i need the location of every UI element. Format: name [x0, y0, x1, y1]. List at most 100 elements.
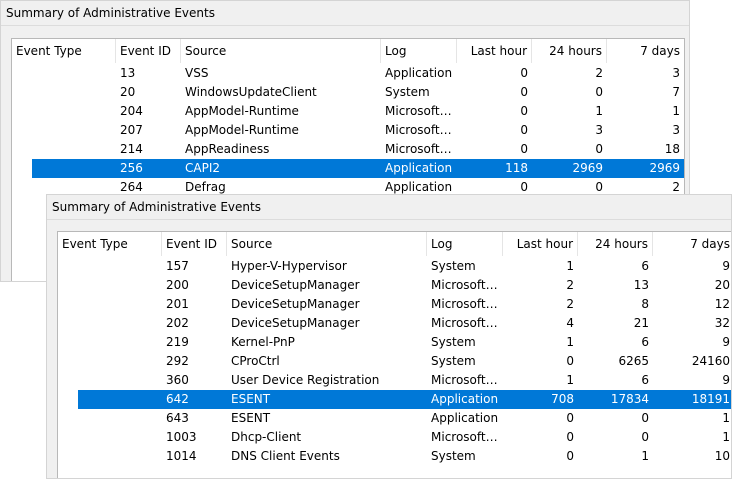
- cell-24-hours: 1: [595, 104, 603, 118]
- cell-event-id: 202: [166, 316, 189, 330]
- table-row[interactable]: 360 User Device Registration Microsoft… 1 6 9: [58, 371, 731, 390]
- cell-event-id: 20: [120, 85, 136, 99]
- cell-7-days: 3: [672, 66, 680, 80]
- cell-source: AppModel-Runtime: [185, 123, 299, 137]
- cell-24-hours: 2969: [572, 161, 603, 175]
- cell-event-id: 200: [166, 278, 189, 292]
- table-row[interactable]: 292 CProCtrl System 0 6265 24160: [58, 352, 731, 371]
- panel-title: Summary of Administrative Events: [1, 1, 689, 26]
- cell-log: Microsoft…: [431, 278, 498, 292]
- cell-log: Application: [431, 392, 499, 406]
- cell-24-hours: 2: [595, 66, 603, 80]
- table-row[interactable]: 642 ESENT Application 708 17834 18191: [58, 390, 731, 409]
- cell-event-id: 292: [166, 354, 189, 368]
- cell-last-hour: 0: [520, 104, 528, 118]
- cell-source: Dhcp-Client: [231, 430, 302, 444]
- cell-event-id: 643: [166, 411, 189, 425]
- cell-source: DNS Client Events: [231, 449, 340, 463]
- col-header-log[interactable]: Log: [427, 232, 503, 256]
- cell-7-days: 9: [722, 335, 730, 349]
- table-row[interactable]: 202 DeviceSetupManager Microsoft… 4 21 32: [58, 314, 731, 333]
- col-header-event-id[interactable]: Event ID: [162, 232, 227, 256]
- col-header-event-type[interactable]: Event Type: [12, 39, 116, 63]
- admin-events-panel-front: Summary of Administrative Events Event T…: [46, 194, 732, 479]
- col-header-7-days[interactable]: 7 days: [653, 232, 731, 256]
- table-row[interactable]: 643 ESENT Application 0 0 1: [58, 409, 731, 428]
- table-row[interactable]: 13 VSS Application 0 2 3: [12, 64, 684, 83]
- cell-24-hours: 17834: [610, 392, 649, 406]
- cell-7-days: 20: [714, 278, 730, 292]
- cell-source: VSS: [185, 66, 209, 80]
- cell-7-days: 9: [722, 373, 730, 387]
- cell-log: System: [385, 85, 430, 99]
- col-header-last-hour[interactable]: Last hour: [503, 232, 578, 256]
- col-header-event-type[interactable]: Event Type: [58, 232, 162, 256]
- cell-7-days: 2969: [649, 161, 680, 175]
- cell-7-days: 1: [672, 104, 680, 118]
- cell-last-hour: 2: [566, 278, 574, 292]
- cell-7-days: 24160: [691, 354, 730, 368]
- cell-last-hour: 4: [566, 316, 574, 330]
- table-row[interactable]: 207 AppModel-Runtime Microsoft… 0 3 3: [12, 121, 684, 140]
- col-header-source[interactable]: Source: [181, 39, 381, 63]
- table-row[interactable]: 214 AppReadiness Microsoft… 0 0 18: [12, 140, 684, 159]
- cell-24-hours: 6265: [618, 354, 649, 368]
- cell-last-hour: 0: [520, 123, 528, 137]
- table-row[interactable]: 204 AppModel-Runtime Microsoft… 0 1 1: [12, 102, 684, 121]
- cell-7-days: 9: [722, 259, 730, 273]
- cell-last-hour: 0: [566, 449, 574, 463]
- cell-24-hours: 0: [641, 411, 649, 425]
- cell-event-id: 157: [166, 259, 189, 273]
- cell-log: Application: [385, 161, 453, 175]
- table-row[interactable]: 1003 Dhcp-Client Microsoft… 0 0 1: [58, 428, 731, 447]
- col-header-event-id[interactable]: Event ID: [116, 39, 181, 63]
- events-grid[interactable]: Event Type Event ID Source Log Last hour…: [57, 231, 731, 478]
- grid-body: 157 Hyper-V-Hypervisor System 1 6 9 200 DeviceS…: [58, 257, 731, 478]
- table-row[interactable]: 20 WindowsUpdateClient System 0 0 7: [12, 83, 684, 102]
- cell-event-id: 204: [120, 104, 143, 118]
- cell-log: System: [431, 335, 476, 349]
- cell-log: System: [431, 259, 476, 273]
- cell-source: ESENT: [231, 392, 271, 406]
- cell-last-hour: 0: [566, 430, 574, 444]
- cell-24-hours: 1: [641, 449, 649, 463]
- cell-24-hours: 0: [595, 85, 603, 99]
- col-header-24-hours[interactable]: 24 hours: [532, 39, 607, 63]
- cell-24-hours: 0: [641, 430, 649, 444]
- cell-source: Hyper-V-Hypervisor: [231, 259, 347, 273]
- cell-7-days: 1: [722, 411, 730, 425]
- cell-source: DeviceSetupManager: [231, 278, 360, 292]
- cell-log: Microsoft…: [385, 104, 452, 118]
- cell-source: ESENT: [231, 411, 271, 425]
- cell-event-id: 219: [166, 335, 189, 349]
- table-row[interactable]: 201 DeviceSetupManager Microsoft… 2 8 12: [58, 295, 731, 314]
- cell-source: Kernel-PnP: [231, 335, 295, 349]
- cell-last-hour: 1: [566, 335, 574, 349]
- cell-log: Microsoft…: [431, 297, 498, 311]
- col-header-last-hour[interactable]: Last hour: [457, 39, 532, 63]
- cell-last-hour: 0: [520, 142, 528, 156]
- cell-7-days: 18: [664, 142, 680, 156]
- col-header-log[interactable]: Log: [381, 39, 457, 63]
- grid-header-row: Event Type Event ID Source Log Last hour…: [12, 39, 684, 63]
- table-row[interactable]: 219 Kernel-PnP System 1 6 9: [58, 333, 731, 352]
- cell-log: Microsoft…: [431, 373, 498, 387]
- cell-source: CProCtrl: [231, 354, 280, 368]
- table-row[interactable]: 1014 DNS Client Events System 0 1 10: [58, 447, 731, 466]
- cell-event-id: 13: [120, 66, 136, 80]
- col-header-7-days[interactable]: 7 days: [607, 39, 684, 63]
- cell-event-id: 201: [166, 297, 189, 311]
- cell-source: User Device Registration: [231, 373, 380, 387]
- table-row[interactable]: 200 DeviceSetupManager Microsoft… 2 13 20: [58, 276, 731, 295]
- cell-log: System: [431, 449, 476, 463]
- panel-title: Summary of Administrative Events: [47, 195, 731, 220]
- cell-7-days: 18191: [691, 392, 730, 406]
- table-row[interactable]: 157 Hyper-V-Hypervisor System 1 6 9: [58, 257, 731, 276]
- col-header-24-hours[interactable]: 24 hours: [578, 232, 653, 256]
- cell-source: DeviceSetupManager: [231, 297, 360, 311]
- cell-last-hour: 2: [566, 297, 574, 311]
- cell-last-hour: 0: [566, 411, 574, 425]
- table-row[interactable]: 256 CAPI2 Application 118 2969 2969: [12, 159, 684, 178]
- cell-7-days: 10: [714, 449, 730, 463]
- col-header-source[interactable]: Source: [227, 232, 427, 256]
